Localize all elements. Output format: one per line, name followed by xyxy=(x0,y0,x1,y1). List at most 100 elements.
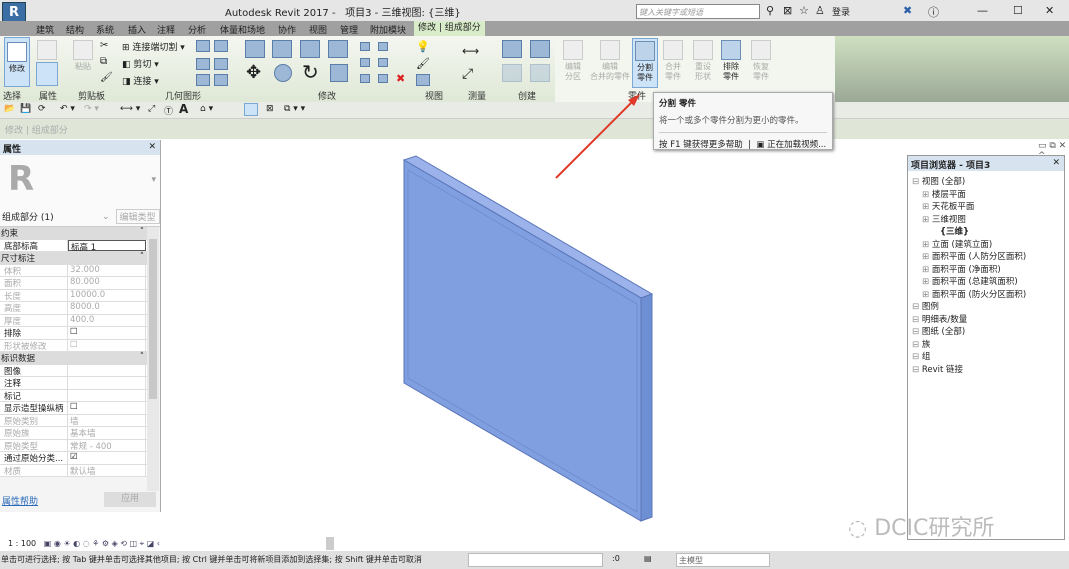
status-message: 单击可进行选择; 按 Tab 键并单击可选择其他项目; 按 Ctrl 键并单击可… xyxy=(1,555,422,564)
property-label: 图像 xyxy=(0,364,68,377)
tooltip: 分割 零件 将一个或多个零件分割为更小的零件。 按 F1 键获得更多帮助 | ▣… xyxy=(653,92,833,150)
property-value: 8000.0 xyxy=(68,302,146,314)
horizontal-scrollbar[interactable] xyxy=(326,537,334,550)
browser-item[interactable]: ⊞ 面积平面 (防火分区面积) xyxy=(922,288,1026,300)
close-icon[interactable]: ✕ xyxy=(148,142,156,152)
browser-header: 项目浏览器 - 项目3 ✕ xyxy=(908,156,1064,171)
expand-icon[interactable]: ⊞ xyxy=(922,202,932,212)
property-label: 高度 xyxy=(0,302,68,314)
property-value: 基本墙 xyxy=(68,427,146,439)
property-group-header[interactable]: 尺寸标注 ˄ xyxy=(0,252,147,265)
property-label: 面积 xyxy=(0,277,68,289)
browser-item[interactable]: ⊟ 明细表/数量 xyxy=(912,313,967,325)
browser-item-label: {三维} xyxy=(940,227,970,237)
property-value[interactable] xyxy=(68,364,146,376)
expand-icon[interactable]: ⊟ xyxy=(912,302,922,312)
property-label: 显示造型操纵柄 xyxy=(0,402,68,414)
design-option-select[interactable]: 主模型 xyxy=(676,553,770,567)
wall-front-face[interactable] xyxy=(403,159,642,522)
browser-item-label: 三维视图 xyxy=(931,214,966,225)
tooltip-video: 正在加载视频... xyxy=(767,140,827,150)
group-name: 标识数据 xyxy=(1,354,36,364)
property-row: 高度 8000.0 xyxy=(0,302,147,315)
browser-item[interactable]: ⊞ 面积平面 (人防分区面积) xyxy=(922,250,1026,262)
property-value: 10000.0 xyxy=(68,289,146,301)
property-row: 图像 xyxy=(0,364,147,377)
browser-item[interactable]: ⊟ 图例 xyxy=(912,300,939,312)
expand-icon[interactable]: ⊞ xyxy=(922,215,932,225)
expand-icon[interactable]: ⊟ xyxy=(912,365,922,375)
wechat-icon: ◌ xyxy=(848,516,868,541)
property-label: 排除 xyxy=(0,327,68,339)
browser-item[interactable]: ⊞ 天花板平面 xyxy=(922,200,974,212)
browser-item[interactable]: ⊞ 三维视图 xyxy=(922,213,966,225)
browser-item[interactable]: ⊟ 图纸 (全部) xyxy=(912,325,965,337)
property-label: 注释 xyxy=(0,377,68,389)
type-dropdown-icon[interactable]: ▾ xyxy=(151,175,156,185)
property-group-header[interactable]: 约束 ˄ xyxy=(0,227,147,240)
property-value[interactable]: 标高 1 xyxy=(68,239,146,253)
expand-icon[interactable]: ⊞ xyxy=(922,240,932,250)
expand-icon[interactable]: ⊟ xyxy=(912,315,922,325)
expand-icon[interactable]: ⊞ xyxy=(922,190,932,200)
design-options-icon[interactable]: ▤ xyxy=(644,554,652,563)
group-name: 尺寸标注 xyxy=(1,254,36,264)
property-label: 材质 xyxy=(0,464,68,477)
expand-icon[interactable]: ⊟ xyxy=(912,340,922,350)
expand-icon[interactable]: ⊞ xyxy=(922,252,932,262)
collapse-icon[interactable]: ˄ xyxy=(140,252,144,262)
property-row: 标记 xyxy=(0,389,147,402)
property-label: 形状被修改 xyxy=(0,339,68,352)
browser-item[interactable]: {三维} xyxy=(940,225,969,237)
property-group-header[interactable]: 标识数据 ˄ xyxy=(0,352,147,365)
watermark-text: DCIC研究所 xyxy=(874,516,995,541)
edit-type-button[interactable]: 编辑类型 xyxy=(115,209,160,224)
browser-item[interactable]: ⊟ 族 xyxy=(912,338,930,350)
tooltip-description: 将一个或多个零件分割为更小的零件。 xyxy=(659,114,827,133)
property-row: 体积 32.000 xyxy=(0,264,147,277)
property-value[interactable]: ☑ xyxy=(68,452,146,464)
property-value: 默认墙 xyxy=(68,464,146,477)
wall-side-face[interactable] xyxy=(640,293,653,522)
browser-item[interactable]: ⊞ 楼层平面 xyxy=(922,188,966,200)
view-control-icons[interactable]: ▣ ◉ ☀ ◐ ◌ ⚘ ⚙ ◈ ⟲ ◫ ⌖ ◪ ‹ xyxy=(44,539,160,548)
browser-item[interactable]: ⊟ 视图 (全部) xyxy=(912,175,965,187)
property-value[interactable]: ☐ xyxy=(68,327,146,339)
properties-help-link[interactable]: 属性帮助 xyxy=(2,494,38,507)
revit-logo-icon: R xyxy=(8,159,35,199)
apply-button[interactable]: 应用 xyxy=(104,492,156,507)
expand-icon[interactable]: ⊟ xyxy=(912,177,922,187)
property-value[interactable]: ☐ xyxy=(68,402,146,414)
type-selector[interactable]: 组成部分 (1) xyxy=(0,210,102,223)
property-value: 32.000 xyxy=(68,264,146,276)
browser-item[interactable]: ⊟ 组 xyxy=(912,350,930,362)
property-value[interactable] xyxy=(68,377,146,389)
tooltip-help: 按 F1 键获得更多帮助 xyxy=(659,140,743,150)
expand-icon[interactable]: ⊟ xyxy=(912,352,922,362)
expand-icon[interactable]: ⊞ xyxy=(922,265,932,275)
browser-item-label: 面积平面 (防火分区面积) xyxy=(931,289,1027,300)
property-label: 厚度 xyxy=(0,314,68,327)
properties-scrollbar[interactable] xyxy=(147,227,159,491)
browser-item[interactable]: ⊟ Revit 链接 xyxy=(912,363,963,375)
close-icon[interactable]: ✕ xyxy=(1052,158,1060,168)
property-row: 显示造型操纵柄 ☐ xyxy=(0,402,147,415)
workset-dropdown[interactable] xyxy=(468,553,603,567)
collapse-icon[interactable]: ˄ xyxy=(140,352,144,362)
browser-item[interactable]: ⊞ 面积平面 (净面积) xyxy=(922,263,1001,275)
browser-item[interactable]: ⊞ 面积平面 (总建筑面积) xyxy=(922,275,1018,287)
watermark: ◌ DCIC研究所 xyxy=(848,510,994,542)
property-value[interactable] xyxy=(68,389,146,401)
browser-item[interactable]: ⊞ 立面 (建筑立面) xyxy=(922,238,992,250)
browser-title: 项目浏览器 - 项目3 xyxy=(911,161,991,171)
expand-icon[interactable]: ⊟ xyxy=(912,327,922,337)
property-label: 原始族 xyxy=(0,427,68,439)
property-row: 原始类别墙 xyxy=(0,414,147,427)
view-scale[interactable]: 1 : 100 xyxy=(8,539,36,548)
collapse-icon[interactable]: ˄ xyxy=(140,227,144,237)
chevron-down-icon[interactable]: ⌄ xyxy=(102,212,110,222)
property-row: 通过原始分类... ☑ xyxy=(0,452,147,465)
expand-icon[interactable]: ⊞ xyxy=(922,277,932,287)
expand-icon[interactable]: ⊞ xyxy=(922,290,932,300)
property-row: 形状被修改 ☐ xyxy=(0,339,147,352)
